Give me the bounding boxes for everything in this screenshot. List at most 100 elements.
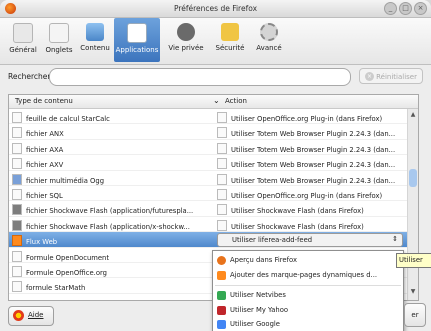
- action: Utiliser Totem Web Browser Plugin 2.24.3…: [231, 130, 396, 139]
- action: Utiliser OpenOffice.org Plug-in (dans Fi…: [231, 115, 383, 123]
- menu-item-netvibes[interactable]: Utiliser Netvibes: [213, 288, 403, 303]
- menu-item-my-yahoo[interactable]: Utiliser My Yahoo: [213, 303, 403, 318]
- title-bar[interactable]: Préférences de Firefox _ □ ×: [0, 0, 431, 18]
- action: Utiliser Totem Web Browser Plugin 2.24.3…: [231, 161, 396, 170]
- content-type: feuille de calcul StarCalc: [26, 115, 110, 123]
- menu-item-label: Ajouter des marque-pages dynamiques d...: [230, 271, 378, 279]
- tab-applications-label: Applications: [115, 46, 159, 54]
- table-row[interactable]: feuille de calcul StarCalc Utiliser Open…: [9, 109, 407, 125]
- table-row-selected[interactable]: Flux Web Utiliser liferea-add-feed ⇕: [9, 232, 407, 248]
- action: Utiliser Totem Web Browser Plugin 2.24.3…: [231, 176, 396, 185]
- plugin-icon: [217, 127, 227, 139]
- firefox-icon: [217, 256, 226, 265]
- file-icon: [12, 142, 22, 154]
- content-type: fichier multimédia Ogg: [26, 176, 105, 185]
- scrollbar-thumb[interactable]: [409, 169, 417, 187]
- content-type: fichier Shockwave Flash (application/fut…: [26, 207, 194, 216]
- column-header-action-label: Action: [225, 97, 247, 105]
- preferences-window: Préférences de Firefox _ □ × Général Ong…: [0, 0, 431, 331]
- plugin-icon: [217, 204, 227, 216]
- action-dropdown-menu: Aperçu dans Firefox Ajouter des marque-p…: [212, 250, 404, 331]
- column-header-action[interactable]: ⌄ Action: [213, 96, 247, 105]
- tab-general[interactable]: Général: [6, 18, 40, 62]
- tab-contenu-label: Contenu: [80, 44, 110, 52]
- content-type: Formule OpenDocument: [26, 253, 110, 262]
- clear-search-button[interactable]: × Réinitialiser: [359, 68, 423, 84]
- tab-securite-label: Sécurité: [215, 44, 245, 52]
- table-row[interactable]: fichier Shockwave Flash (application/fut…: [9, 201, 407, 217]
- tab-contenu[interactable]: Contenu: [78, 18, 112, 62]
- table-row[interactable]: fichier SQL Utiliser OpenOffice.org Plug…: [9, 186, 407, 202]
- help-button[interactable]: Aide: [8, 306, 54, 326]
- action-dropdown-value: Utiliser liferea-add-feed: [232, 236, 313, 245]
- file-icon: [12, 127, 22, 139]
- tab-vie-privee[interactable]: Vie privée: [164, 18, 208, 62]
- clear-search-label: Réinitialiser: [376, 73, 417, 81]
- close-window-button[interactable]: ×: [414, 2, 427, 15]
- help-button-label: Aide: [28, 311, 44, 319]
- tooltip: Utiliser: [396, 253, 431, 268]
- minimize-button[interactable]: _: [384, 2, 397, 15]
- tab-vie-privee-label: Vie privée: [168, 44, 204, 52]
- preferences-toolbar: Général Onglets Contenu Applications Vie…: [0, 18, 431, 65]
- action: Utiliser Shockwave Flash (dans Firefox): [231, 222, 364, 231]
- tab-general-label: Général: [9, 46, 37, 54]
- gear-icon: [260, 23, 278, 41]
- menu-item-label: Utiliser Google: [230, 320, 280, 328]
- content-type: fichier AXV: [26, 161, 64, 170]
- table-row[interactable]: fichier AXV Utiliser Totem Web Browser P…: [9, 155, 407, 171]
- tab-onglets-label: Onglets: [45, 46, 73, 54]
- scroll-up-icon[interactable]: ▲: [408, 111, 418, 121]
- firefox-icon: [5, 3, 16, 14]
- tab-onglets[interactable]: Onglets: [42, 18, 76, 62]
- chevron-updown-icon: ⇕: [392, 235, 398, 244]
- table-scrollbar[interactable]: ▲ ▼: [407, 109, 418, 300]
- table-header: Type de contenu ⌄ Action: [9, 95, 418, 109]
- table-row[interactable]: fichier AXA Utiliser Totem Web Browser P…: [9, 140, 407, 156]
- content-type: fichier SQL: [26, 191, 63, 200]
- window-controls: _ □ ×: [384, 2, 427, 15]
- netvibes-icon: [217, 291, 226, 300]
- plugin-icon: [217, 173, 227, 185]
- table-row[interactable]: fichier ANX Utiliser Totem Web Browser P…: [9, 124, 407, 140]
- menu-item-google[interactable]: Utiliser Google: [213, 317, 403, 331]
- applications-icon: [127, 23, 147, 43]
- file-icon: [12, 265, 22, 277]
- table-row[interactable]: fichier Shockwave Flash (application/x-s…: [9, 217, 407, 233]
- search-input[interactable]: [49, 68, 351, 86]
- menu-item-add-livemark[interactable]: Ajouter des marque-pages dynamiques d...: [213, 268, 403, 283]
- file-icon: [12, 158, 22, 170]
- sort-arrow-icon: ⌄: [213, 96, 220, 105]
- mask-icon: [177, 23, 195, 41]
- plugin-icon: [217, 112, 227, 123]
- plugin-icon: [217, 188, 227, 200]
- action: Utiliser Totem Web Browser Plugin 2.24.3…: [231, 145, 396, 154]
- action: Utiliser Shockwave Flash (dans Firefox): [231, 207, 364, 216]
- switch-icon: [13, 23, 33, 43]
- tab-avance[interactable]: Avancé: [252, 18, 286, 62]
- window-title: Préférences de Firefox: [173, 4, 258, 13]
- plugin-icon: [217, 219, 227, 231]
- content-type: formule StarMath: [26, 284, 86, 293]
- google-icon: [217, 320, 226, 329]
- help-icon: [13, 310, 24, 321]
- yahoo-icon: [217, 306, 226, 315]
- close-button[interactable]: er: [404, 303, 426, 327]
- flash-icon: [12, 204, 22, 216]
- column-header-type[interactable]: Type de contenu: [15, 97, 73, 105]
- action: Utiliser OpenOffice.org Plug-in (dans Fi…: [231, 191, 383, 200]
- clear-icon: ×: [365, 72, 374, 81]
- action-dropdown[interactable]: Utiliser liferea-add-feed ⇕: [217, 233, 403, 248]
- tabs-icon: [49, 23, 69, 43]
- security-icon: [221, 23, 239, 41]
- table-row[interactable]: fichier multimédia Ogg Utiliser Totem We…: [9, 171, 407, 186]
- plugin-icon: [217, 158, 227, 170]
- content-icon: [86, 23, 104, 41]
- tab-applications[interactable]: Applications: [114, 18, 160, 62]
- menu-item-label: Utiliser My Yahoo: [230, 306, 289, 314]
- maximize-button[interactable]: □: [399, 2, 412, 15]
- menu-item-preview-firefox[interactable]: Aperçu dans Firefox: [213, 253, 403, 268]
- scroll-down-icon[interactable]: ▼: [408, 288, 418, 298]
- tab-avance-label: Avancé: [256, 44, 282, 52]
- tab-securite[interactable]: Sécurité: [212, 18, 248, 62]
